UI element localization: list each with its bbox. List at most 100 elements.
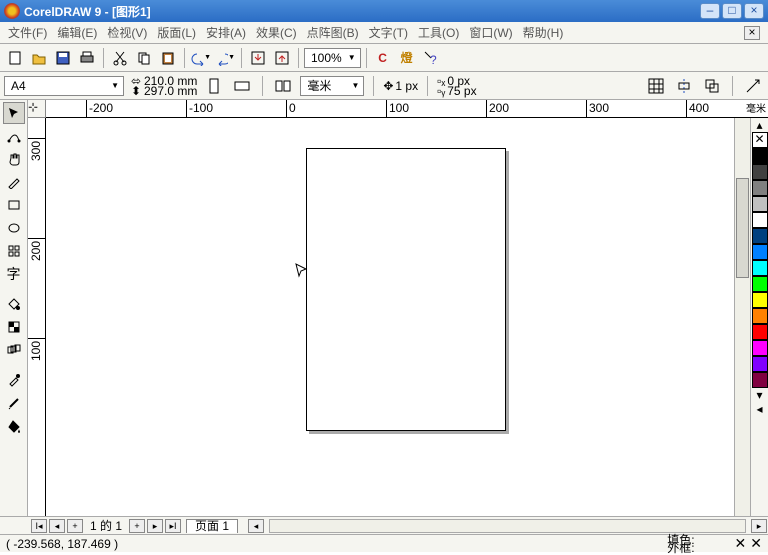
no-color-swatch[interactable]: [752, 132, 768, 148]
svg-text:?: ?: [430, 53, 437, 66]
color-swatch[interactable]: [752, 372, 768, 388]
fill-none-icon: ✕: [735, 535, 747, 552]
color-swatch[interactable]: [752, 164, 768, 180]
ellipse-tool[interactable]: [3, 217, 25, 239]
color-swatch[interactable]: [752, 340, 768, 356]
color-swatch[interactable]: [752, 292, 768, 308]
color-swatch[interactable]: [752, 356, 768, 372]
hscroll-left-button[interactable]: ◂: [248, 519, 264, 533]
units-combo[interactable]: 毫米▼: [300, 76, 364, 96]
import-button[interactable]: [247, 47, 269, 69]
color-swatch[interactable]: [752, 260, 768, 276]
open-button[interactable]: [28, 47, 50, 69]
menu-effects[interactable]: 效果(C): [256, 24, 297, 41]
color-swatch[interactable]: [752, 148, 768, 164]
save-button[interactable]: [52, 47, 74, 69]
cursor-coordinates: ( -239.568, 187.469 ): [6, 537, 206, 551]
menu-tools[interactable]: 工具(O): [418, 24, 459, 41]
add-page-before-button[interactable]: +: [67, 519, 83, 533]
rectangle-tool[interactable]: [3, 194, 25, 216]
menu-view[interactable]: 检视(V): [107, 24, 147, 41]
snap-guides-button[interactable]: [673, 75, 695, 97]
toolbox: 字: [0, 100, 28, 516]
color-swatch[interactable]: [752, 180, 768, 196]
interactive-blend-tool[interactable]: [3, 339, 25, 361]
menu-layout[interactable]: 版面(L): [157, 24, 196, 41]
color-swatch[interactable]: [752, 308, 768, 324]
help-button[interactable]: ?: [420, 47, 442, 69]
palette-flyout-button[interactable]: ◂: [756, 402, 762, 416]
export-button[interactable]: [271, 47, 293, 69]
interactive-fill-tool[interactable]: [3, 293, 25, 315]
portrait-button[interactable]: [203, 75, 225, 97]
color-swatch[interactable]: [752, 244, 768, 260]
outline-label: 外框:: [667, 544, 694, 552]
vertical-scrollbar[interactable]: [734, 118, 750, 516]
freehand-tool[interactable]: [3, 171, 25, 193]
ruler-origin[interactable]: ⊹: [28, 100, 46, 118]
paste-button[interactable]: [157, 47, 179, 69]
text-tool[interactable]: 字: [3, 263, 25, 285]
paper-size-combo[interactable]: A4▼: [4, 76, 124, 96]
zoom-combo[interactable]: 100%▼: [304, 48, 361, 68]
vertical-ruler[interactable]: 300 200 100: [28, 118, 46, 516]
doc-close-button[interactable]: ×: [744, 26, 760, 40]
landscape-button[interactable]: [231, 75, 253, 97]
last-page-button[interactable]: ▸Ι: [165, 519, 181, 533]
fill-tool[interactable]: [3, 415, 25, 437]
eyedropper-tool[interactable]: [3, 369, 25, 391]
color-palette: ▴ ▾ ◂: [750, 118, 768, 516]
palette-up-button[interactable]: ▴: [756, 118, 762, 132]
snap-objects-button[interactable]: [701, 75, 723, 97]
color-swatch[interactable]: [752, 212, 768, 228]
interactive-transparency-tool[interactable]: [3, 316, 25, 338]
scripts-button[interactable]: 燈: [396, 47, 418, 69]
menu-help[interactable]: 帮助(H): [523, 24, 564, 41]
status-bar: ( -239.568, 187.469 ) 填色: 外框: ✕ ✕: [0, 534, 768, 552]
options-button[interactable]: [742, 75, 764, 97]
first-page-button[interactable]: Ι◂: [31, 519, 47, 533]
menu-arrange[interactable]: 安排(A): [206, 24, 246, 41]
menu-file[interactable]: 文件(F): [8, 24, 47, 41]
horizontal-scrollbar[interactable]: [269, 519, 746, 533]
print-button[interactable]: [76, 47, 98, 69]
palette-down-button[interactable]: ▾: [756, 388, 762, 402]
close-button[interactable]: ×: [744, 3, 764, 19]
menu-bitmap[interactable]: 点阵图(B): [307, 24, 359, 41]
color-swatch[interactable]: [752, 324, 768, 340]
polygon-tool[interactable]: [3, 240, 25, 262]
facing-pages-button[interactable]: [272, 75, 294, 97]
menubar: 文件(F) 编辑(E) 检视(V) 版面(L) 安排(A) 效果(C) 点阵图(…: [0, 22, 768, 44]
undo-button[interactable]: ▼: [190, 47, 212, 69]
nudge-offset[interactable]: ✥ 1 px: [383, 79, 418, 93]
corel-community-button[interactable]: C: [372, 47, 394, 69]
page-tab[interactable]: 页面 1: [186, 519, 238, 533]
menu-edit[interactable]: 编辑(E): [57, 24, 97, 41]
add-page-after-button[interactable]: +: [129, 519, 145, 533]
minimize-button[interactable]: –: [700, 3, 720, 19]
page-counter: 1 的 1: [84, 517, 128, 534]
cut-button[interactable]: [109, 47, 131, 69]
redo-button[interactable]: ▼: [214, 47, 236, 69]
copy-button[interactable]: [133, 47, 155, 69]
drawing-canvas[interactable]: [46, 118, 734, 516]
pick-tool[interactable]: [3, 102, 25, 124]
height-icon: ⬍: [130, 86, 142, 96]
page-rect: [306, 148, 506, 431]
color-swatch[interactable]: [752, 196, 768, 212]
titlebar: CorelDRAW 9 - [图形1] – □ ×: [0, 0, 768, 22]
color-swatch[interactable]: [752, 276, 768, 292]
next-page-button[interactable]: ▸: [147, 519, 163, 533]
new-button[interactable]: [4, 47, 26, 69]
hscroll-right-button[interactable]: ▸: [751, 519, 767, 533]
pan-tool[interactable]: [3, 148, 25, 170]
maximize-button[interactable]: □: [722, 3, 742, 19]
menu-text[interactable]: 文字(T): [369, 24, 408, 41]
outline-tool[interactable]: [3, 392, 25, 414]
menu-window[interactable]: 窗口(W): [469, 24, 512, 41]
snap-grid-button[interactable]: [645, 75, 667, 97]
horizontal-ruler[interactable]: -200 -100 0 100 200 300 400 毫米: [46, 100, 768, 118]
shape-tool[interactable]: [3, 125, 25, 147]
prev-page-button[interactable]: ◂: [49, 519, 65, 533]
color-swatch[interactable]: [752, 228, 768, 244]
